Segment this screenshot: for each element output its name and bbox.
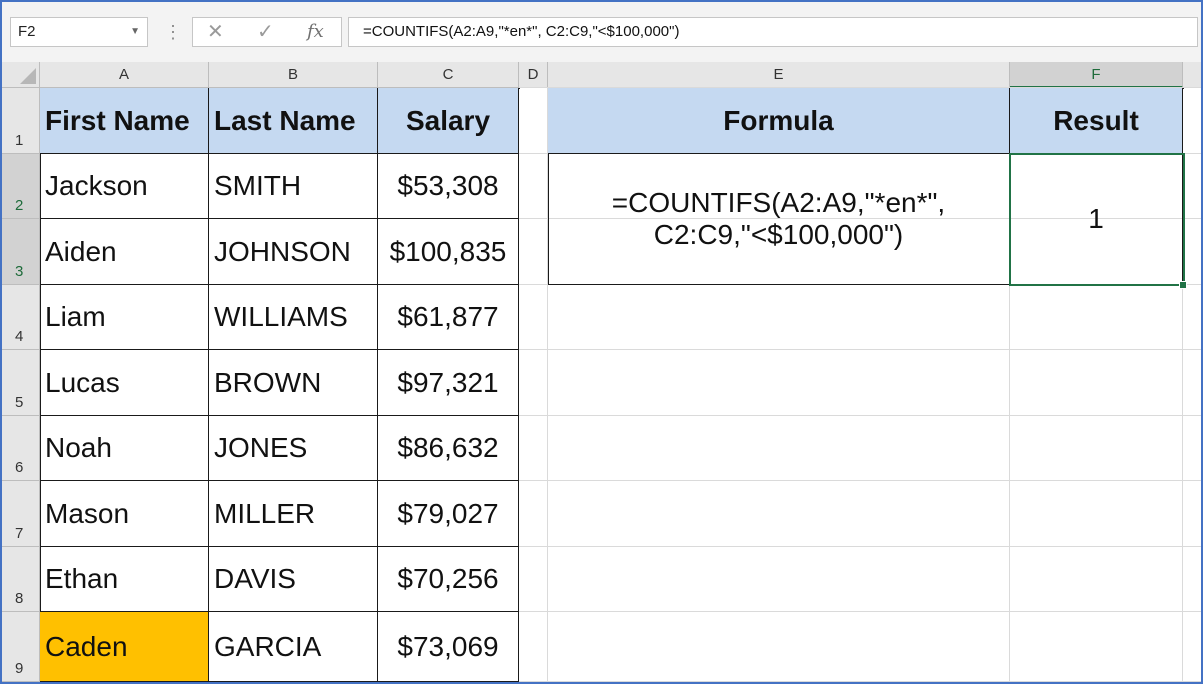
last-name-cell[interactable]: GARCIA [209,612,378,682]
salary-cell[interactable]: $61,877 [378,285,519,350]
excel-window: F2 ▼ ⋮ ✕ ✓ fx =COUNTIFS(A2:A9,"*en*", C2… [0,0,1203,684]
column-header-c[interactable]: C [378,62,519,88]
table-header-salary[interactable]: Salary [378,88,519,154]
column-header-d[interactable]: D [519,62,548,88]
result-header[interactable]: Result [1010,88,1183,154]
salary-cell[interactable]: $79,027 [378,481,519,547]
formula-buttons: ✕ ✓ fx [192,17,342,47]
salary-cell[interactable]: $86,632 [378,416,519,481]
last-name-cell[interactable]: SMITH [209,154,378,219]
first-name-cell[interactable]: Mason [40,481,209,547]
row-number: 3 [15,263,24,280]
row-number: 4 [15,328,24,345]
gridline [519,349,1201,350]
first-name-cell[interactable]: Ethan [40,547,209,612]
last-name-cell[interactable]: JOHNSON [209,219,378,285]
salary-cell[interactable]: $100,835 [378,219,519,285]
salary-cell[interactable]: $73,069 [378,612,519,682]
drag-handle-icon[interactable]: ⋮ [164,20,182,44]
row-number: 2 [15,197,24,214]
enter-icon[interactable]: ✓ [257,18,274,46]
first-name-cell[interactable]: Jackson [40,154,209,219]
select-all-corner[interactable] [2,62,40,88]
row-header-2[interactable]: 2 [2,154,40,219]
row-header-9[interactable]: 9 [2,612,40,682]
row-header-1[interactable]: 1 [2,88,40,154]
row-header-5[interactable]: 5 [2,350,40,416]
column-header-b[interactable]: B [209,62,378,88]
first-name-cell[interactable]: Lucas [40,350,209,416]
row-number: 7 [15,525,24,542]
name-box-value: F2 [18,23,36,40]
gridline [519,415,1201,416]
salary-cell[interactable]: $53,308 [378,154,519,219]
row-header-7[interactable]: 7 [2,481,40,547]
fill-handle[interactable] [1179,281,1187,289]
row-number: 1 [15,132,24,149]
row-header-8[interactable]: 8 [2,547,40,612]
name-box[interactable]: F2 ▼ [10,17,148,47]
column-header-f[interactable]: F [1010,62,1183,88]
salary-cell[interactable]: $70,256 [378,547,519,612]
insert-function-icon[interactable]: fx [307,18,324,46]
gridline [519,611,1201,612]
gridline [519,480,1201,481]
row-number: 5 [15,394,24,411]
row-header-4[interactable]: 4 [2,285,40,350]
row-number: 8 [15,590,24,607]
formula-bar: F2 ▼ ⋮ ✕ ✓ fx =COUNTIFS(A2:A9,"*en*", C2… [2,2,1201,63]
last-name-cell[interactable]: WILLIAMS [209,285,378,350]
row-number: 6 [15,459,24,476]
first-name-cell[interactable]: Noah [40,416,209,481]
cancel-icon[interactable]: ✕ [207,18,224,46]
row-header-3[interactable]: 3 [2,219,40,285]
first-name-cell[interactable]: Caden [40,612,209,682]
formula-text-cell[interactable]: =COUNTIFS(A2:A9,"*en*", C2:C9,"<$100,000… [548,154,1010,285]
formula-header[interactable]: Formula [548,88,1010,154]
row-header-6[interactable]: 6 [2,416,40,481]
column-header-e[interactable]: E [548,62,1010,88]
salary-cell[interactable]: $97,321 [378,350,519,416]
first-name-cell[interactable]: Liam [40,285,209,350]
last-name-cell[interactable]: JONES [209,416,378,481]
column-header-a[interactable]: A [40,62,209,88]
first-name-cell[interactable]: Aiden [40,219,209,285]
chevron-down-icon[interactable]: ▼ [130,18,140,46]
last-name-cell[interactable]: BROWN [209,350,378,416]
last-name-cell[interactable]: DAVIS [209,547,378,612]
gridline [519,546,1201,547]
gridline [519,681,1201,682]
table-header-last-name[interactable]: Last Name [209,88,378,154]
row-number: 9 [15,660,24,677]
formula-input[interactable]: =COUNTIFS(A2:A9,"*en*", C2:C9,"<$100,000… [348,17,1198,47]
last-name-cell[interactable]: MILLER [209,481,378,547]
column-header-empty [1183,62,1201,88]
table-header-first-name[interactable]: First Name [40,88,209,154]
result-value-cell[interactable]: 1 [1010,154,1183,285]
